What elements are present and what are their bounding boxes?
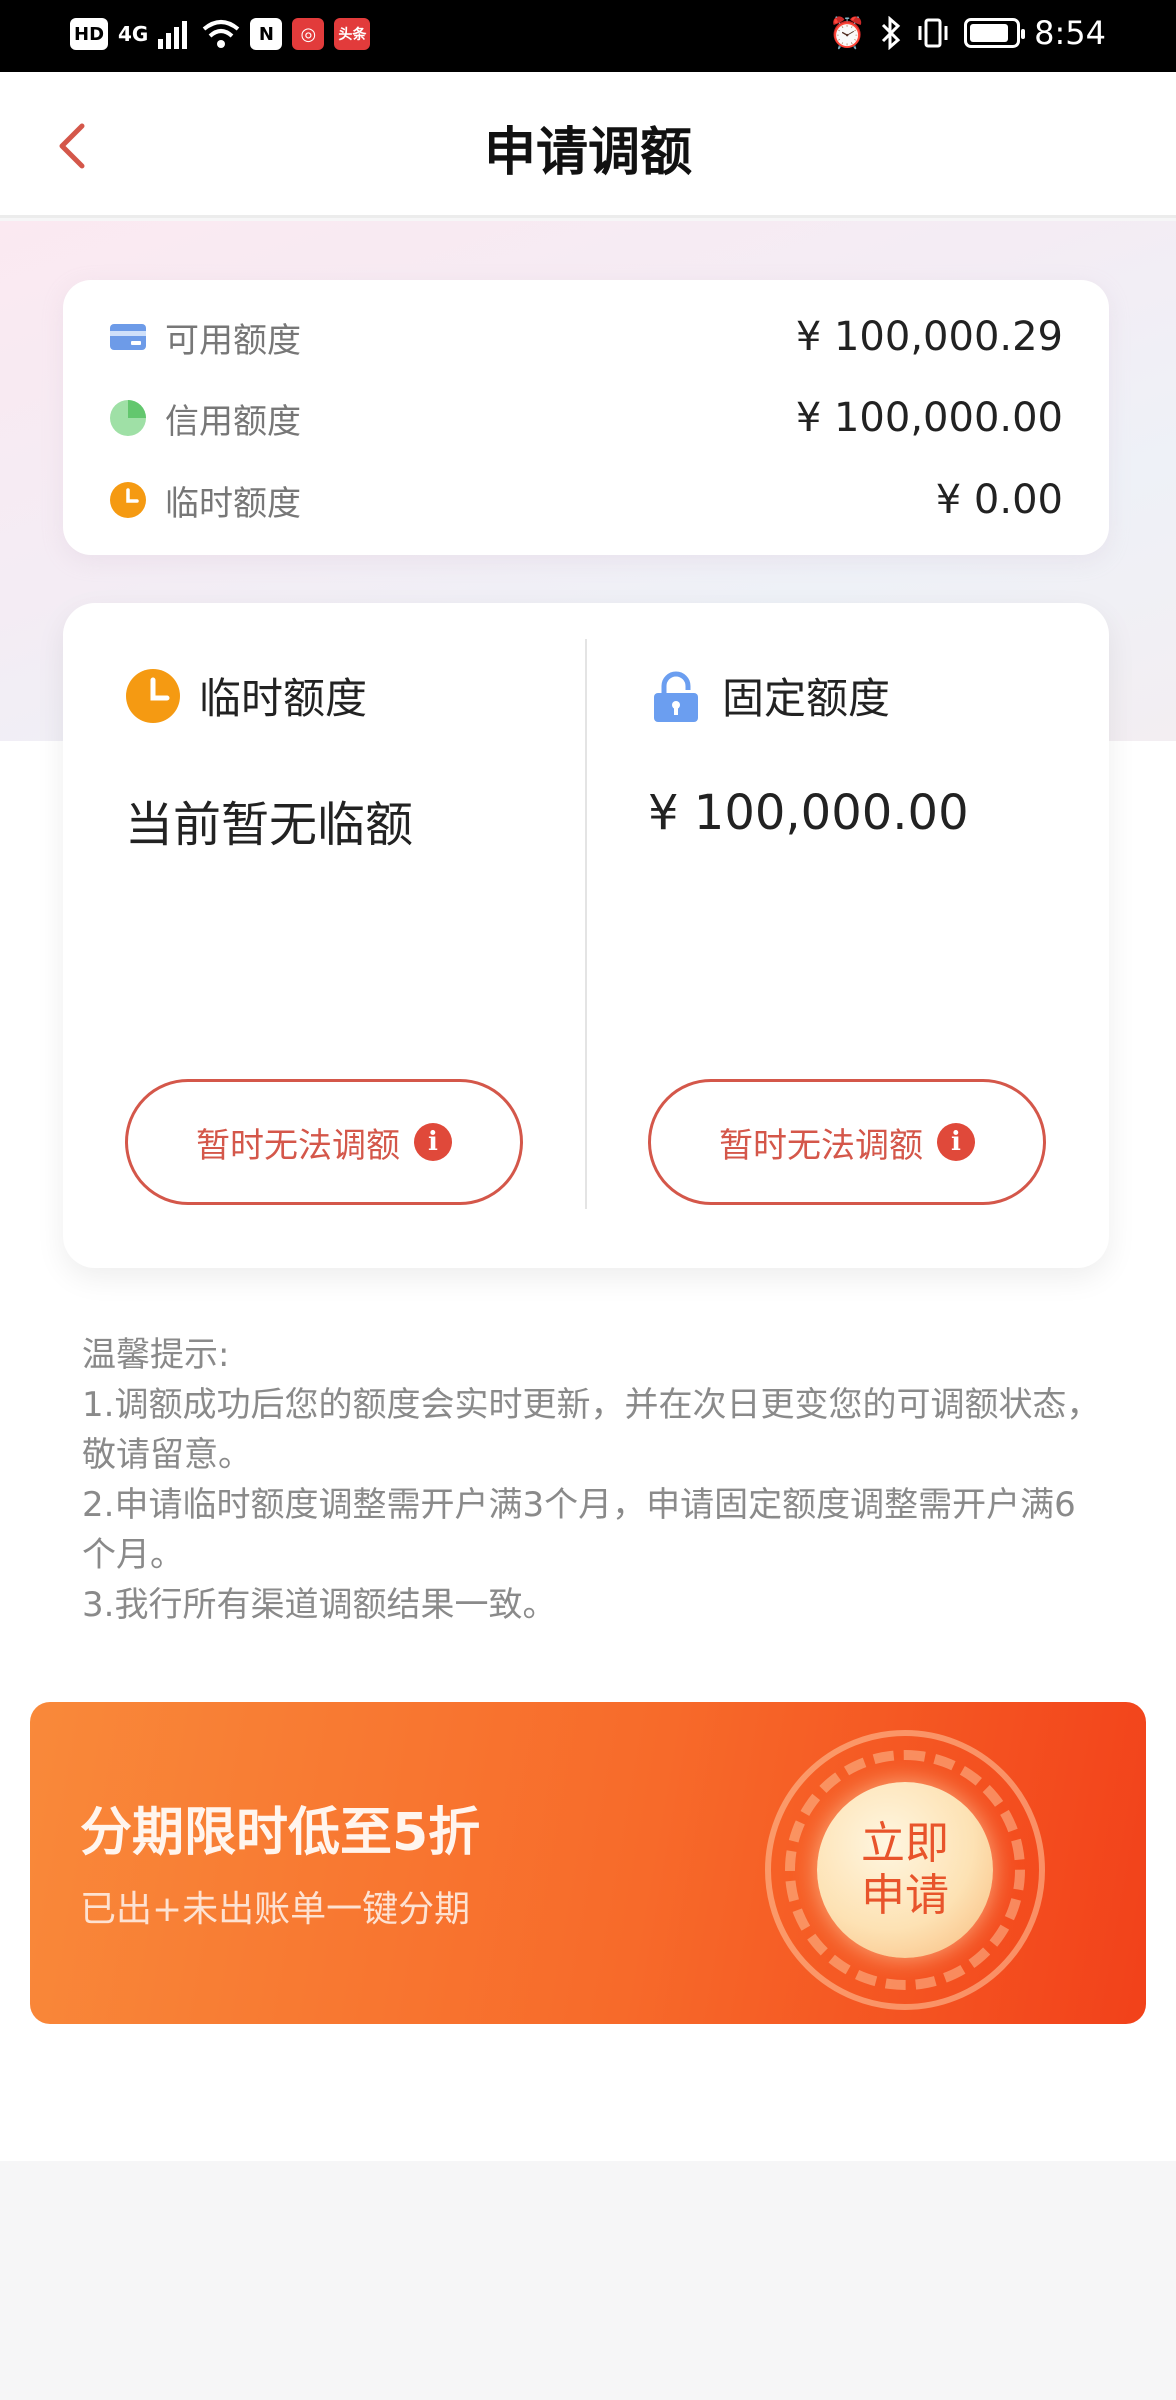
tips-section: 温馨提示: 1.调额成功后您的额度会实时更新，并在次日更变您的可调额状态，敬请留… <box>82 1330 1102 1630</box>
clock-icon <box>126 668 180 723</box>
banner-title: 分期限时低至5折 <box>80 1803 481 1863</box>
nfc-icon: N <box>250 18 283 50</box>
tip-line: 1.调额成功后您的额度会实时更新，并在次日更变您的可调额状态，敬请留意。 <box>82 1385 1101 1475</box>
page-title: 申请调额 <box>483 123 692 183</box>
summary-row-available: 可用额度 ¥ 100,000.29 <box>109 307 1063 367</box>
fixed-quota-value: ¥ 100,000.00 <box>648 785 969 841</box>
lock-icon <box>654 671 698 722</box>
app-notification-icon: ◎ <box>292 18 325 50</box>
wifi-icon <box>203 20 240 48</box>
tip-line: 2.申请临时额度调整需开户满3个月，申请固定额度调整需开户满6个月。 <box>82 1485 1076 1575</box>
temporary-amount: ¥ 0.00 <box>935 477 1063 523</box>
tips-heading: 温馨提示: <box>82 1335 230 1375</box>
toutiao-icon: 头条 <box>334 18 371 50</box>
temporary-adjust-button[interactable]: 暂时无法调额 i <box>125 1079 523 1205</box>
tip-line: 3.我行所有渠道调额结果一致。 <box>82 1585 557 1625</box>
clock-icon <box>109 481 147 519</box>
available-amount: ¥ 100,000.29 <box>795 314 1063 360</box>
bluetooth-icon <box>882 16 901 50</box>
hd-icon: HD <box>70 18 109 50</box>
battery-icon <box>964 18 1026 48</box>
summary-row-temporary: 临时额度 ¥ 0.00 <box>109 470 1063 530</box>
pie-icon <box>109 399 147 437</box>
quota-card: 临时额度 当前暂无临额 暂时无法调额 i 固定额度 ¥ 100,000.00 暂… <box>63 603 1109 1268</box>
installment-promo-banner[interactable]: 分期限时低至5折 已出+未出账单一键分期 立即 申请 <box>30 1702 1146 2024</box>
network-type: 4G <box>118 22 149 46</box>
info-icon[interactable]: i <box>937 1123 975 1161</box>
fixed-quota-panel: 固定额度 ¥ 100,000.00 暂时无法调额 i <box>586 603 1109 1268</box>
fixed-adjust-button[interactable]: 暂时无法调额 i <box>648 1079 1046 1205</box>
apply-now-button[interactable]: 立即 申请 <box>817 1782 993 1958</box>
summary-row-credit: 信用额度 ¥ 100,000.00 <box>109 388 1063 448</box>
temporary-quota-title: 临时额度 <box>199 674 368 723</box>
fixed-quota-title: 固定额度 <box>722 674 891 723</box>
signal-icon <box>158 21 188 49</box>
status-bar: HD 4G N ◎ 头条 ⏰ 8:54 <box>0 0 1176 72</box>
card-icon <box>109 318 147 356</box>
credit-summary-card: 可用额度 ¥ 100,000.29 信用额度 ¥ 100,000.00 临时额度… <box>63 280 1109 555</box>
temporary-quota-panel: 临时额度 当前暂无临额 暂时无法调额 i <box>63 603 586 1268</box>
banner-subtitle: 已出+未出账单一键分期 <box>80 1889 471 1930</box>
nav-bar: 申请调额 <box>0 72 1176 218</box>
clock-time: 8:54 <box>1034 14 1106 52</box>
info-icon[interactable]: i <box>414 1123 452 1161</box>
credit-amount: ¥ 100,000.00 <box>795 395 1063 441</box>
alarm-icon: ⏰ <box>828 15 867 51</box>
temporary-quota-value: 当前暂无临额 <box>125 797 414 853</box>
bottom-background <box>0 2161 1176 2400</box>
vibrate-icon <box>918 18 948 48</box>
